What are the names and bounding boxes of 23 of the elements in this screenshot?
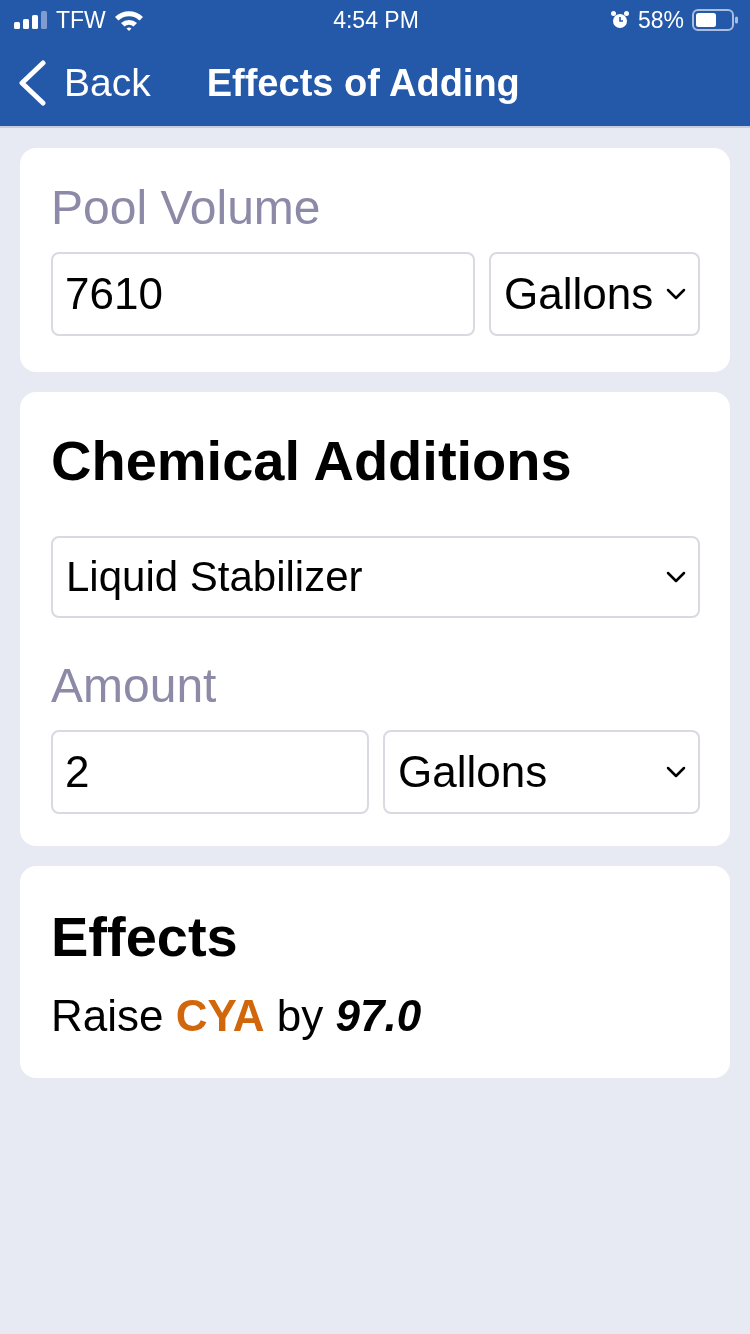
signal-icon [14,11,48,29]
battery-percent-text: 58% [637,6,684,34]
carrier-text: TFW [56,6,106,34]
card-title: Effects [51,904,239,970]
page-title: Effects of Adding [206,61,520,105]
chevron-left-icon [18,60,46,106]
field-label: Amount [51,658,218,714]
caret-icon [666,288,686,300]
caret-icon [666,766,686,778]
card-title: Chemical Additions [51,428,573,494]
caret-icon [666,571,686,583]
back-button[interactable]: Back [18,60,151,106]
unit-select[interactable]: Gallons [489,252,700,336]
wifi-icon [113,9,144,31]
effect-text: Raise CYA by 97.0 [51,990,423,1042]
amount-input[interactable]: 2 [51,730,369,814]
time-text: 4:54 PM [333,6,419,34]
battery-icon [692,9,738,31]
volume-input[interactable]: 7610 [51,252,475,336]
chemical-select[interactable]: Liquid Stabilizer [51,536,700,618]
unit-select[interactable]: Gallons [383,730,700,814]
alarm-clock-icon [609,10,630,30]
field-label: Pool Volume [51,180,322,236]
